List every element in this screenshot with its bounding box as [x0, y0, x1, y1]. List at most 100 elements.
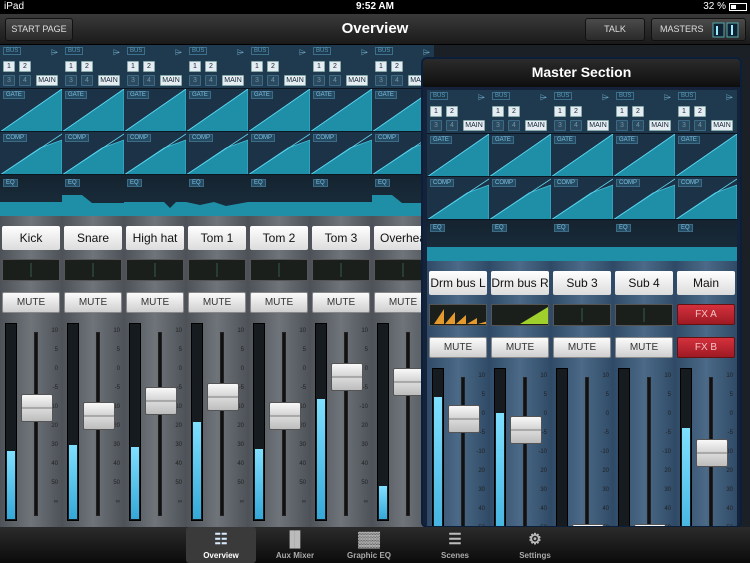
channel-name[interactable]: Tom 2: [250, 226, 308, 250]
bus-button-main[interactable]: MAIN: [284, 75, 306, 86]
bus-button-4[interactable]: 4: [632, 120, 644, 131]
bus-button-3[interactable]: 3: [251, 75, 263, 86]
bus-button-2[interactable]: 2: [570, 106, 582, 117]
bus-button-4[interactable]: 4: [570, 120, 582, 131]
bus-button-1[interactable]: 1: [189, 61, 201, 72]
mute-button[interactable]: MUTE: [312, 292, 370, 313]
fader-knob[interactable]: [207, 383, 239, 412]
bus-button-1[interactable]: 1: [678, 106, 690, 117]
eq-section[interactable]: EQ: [310, 175, 372, 216]
bus-button-2[interactable]: 2: [391, 61, 403, 72]
channel-name[interactable]: Snare: [64, 226, 122, 250]
comp-section[interactable]: COMP: [124, 132, 186, 175]
bus-button-2[interactable]: 2: [205, 61, 217, 72]
channel-name[interactable]: Tom 1: [188, 226, 246, 250]
comp-section[interactable]: COMP: [489, 177, 551, 220]
bus-button-2[interactable]: 2: [19, 61, 31, 72]
mute-button[interactable]: MUTE: [615, 337, 673, 358]
comp-section[interactable]: COMP: [186, 132, 248, 175]
bus-button-main[interactable]: MAIN: [525, 120, 547, 131]
bus-button-2[interactable]: 2: [632, 106, 644, 117]
bus-button-3[interactable]: 3: [678, 120, 690, 131]
bus-button-2[interactable]: 2: [143, 61, 155, 72]
bus-button-3[interactable]: 3: [492, 120, 504, 131]
bus-button-4[interactable]: 4: [19, 75, 31, 86]
eq-section[interactable]: EQ: [124, 175, 186, 216]
mute-button[interactable]: MUTE: [553, 337, 611, 358]
bus-button-1[interactable]: 1: [430, 106, 442, 117]
comp-section[interactable]: COMP: [613, 177, 675, 220]
tab-overview[interactable]: ☷ Overview: [186, 527, 256, 563]
gate-section[interactable]: GATE: [427, 134, 489, 177]
channel-name[interactable]: Tom 3: [312, 226, 370, 250]
gate-section[interactable]: GATE: [62, 89, 124, 132]
mute-button[interactable]: MUTE: [429, 337, 487, 358]
bus-button-1[interactable]: 1: [492, 106, 504, 117]
fader-knob[interactable]: [83, 402, 115, 431]
fader-knob[interactable]: [331, 363, 363, 392]
bus-button-main[interactable]: MAIN: [222, 75, 244, 86]
fader-knob[interactable]: [696, 439, 728, 468]
comp-section[interactable]: COMP: [248, 132, 310, 175]
bus-button-main[interactable]: MAIN: [587, 120, 609, 131]
gate-section[interactable]: GATE: [489, 134, 551, 177]
gate-section[interactable]: GATE: [124, 89, 186, 132]
eq-section[interactable]: EQ: [613, 220, 675, 261]
bus-button-2[interactable]: 2: [81, 61, 93, 72]
bus-button-1[interactable]: 1: [251, 61, 263, 72]
eq-section[interactable]: EQ: [248, 175, 310, 216]
eq-section[interactable]: EQ: [0, 175, 62, 216]
bus-button-4[interactable]: 4: [205, 75, 217, 86]
bus-button-3[interactable]: 3: [127, 75, 139, 86]
fader-knob[interactable]: [145, 386, 177, 415]
eq-section[interactable]: EQ: [675, 220, 737, 261]
gate-section[interactable]: GATE: [310, 89, 372, 132]
gate-section[interactable]: GATE: [186, 89, 248, 132]
mute-button[interactable]: MUTE: [250, 292, 308, 313]
comp-section[interactable]: COMP: [62, 132, 124, 175]
eq-section[interactable]: EQ: [62, 175, 124, 216]
bus-button-1[interactable]: 1: [375, 61, 387, 72]
channel-name[interactable]: Drm bus R: [491, 271, 549, 295]
bus-button-main[interactable]: MAIN: [160, 75, 182, 86]
bus-button-1[interactable]: 1: [127, 61, 139, 72]
start-page-button[interactable]: START PAGE: [5, 18, 73, 41]
bus-button-4[interactable]: 4: [267, 75, 279, 86]
fader-knob[interactable]: [448, 405, 480, 434]
bus-button-2[interactable]: 2: [329, 61, 341, 72]
bus-button-3[interactable]: 3: [3, 75, 15, 86]
channel-name[interactable]: Drm bus L: [429, 271, 487, 295]
channel-name[interactable]: Sub 3: [553, 271, 611, 295]
bus-button-2[interactable]: 2: [267, 61, 279, 72]
gate-section[interactable]: GATE: [0, 89, 62, 132]
comp-section[interactable]: COMP: [551, 177, 613, 220]
tab-scenes[interactable]: ☰ Scenes: [420, 527, 490, 563]
eq-section[interactable]: EQ: [489, 220, 551, 261]
comp-section[interactable]: COMP: [0, 132, 62, 175]
bus-button-2[interactable]: 2: [694, 106, 706, 117]
mute-button[interactable]: MUTE: [491, 337, 549, 358]
comp-section[interactable]: COMP: [675, 177, 737, 220]
bus-button-3[interactable]: 3: [430, 120, 442, 131]
bus-button-main[interactable]: MAIN: [36, 75, 58, 86]
bus-button-3[interactable]: 3: [313, 75, 325, 86]
mute-button[interactable]: MUTE: [126, 292, 184, 313]
bus-button-3[interactable]: 3: [189, 75, 201, 86]
comp-section[interactable]: COMP: [427, 177, 489, 220]
bus-button-4[interactable]: 4: [446, 120, 458, 131]
fader-knob[interactable]: [269, 402, 301, 431]
gate-section[interactable]: GATE: [675, 134, 737, 177]
bus-button-4[interactable]: 4: [329, 75, 341, 86]
bus-button-main[interactable]: MAIN: [711, 120, 733, 131]
masters-button[interactable]: MASTERS: [651, 18, 746, 41]
bus-button-main[interactable]: MAIN: [346, 75, 368, 86]
mute-button[interactable]: MUTE: [188, 292, 246, 313]
bus-button-main[interactable]: MAIN: [649, 120, 671, 131]
channel-name[interactable]: Kick: [2, 226, 60, 250]
bus-button-1[interactable]: 1: [3, 61, 15, 72]
fader-knob[interactable]: [21, 394, 53, 423]
eq-section[interactable]: EQ: [551, 220, 613, 261]
talk-button[interactable]: TALK: [585, 18, 645, 41]
tab-settings[interactable]: ⚙ Settings: [500, 527, 570, 563]
bus-button-1[interactable]: 1: [313, 61, 325, 72]
